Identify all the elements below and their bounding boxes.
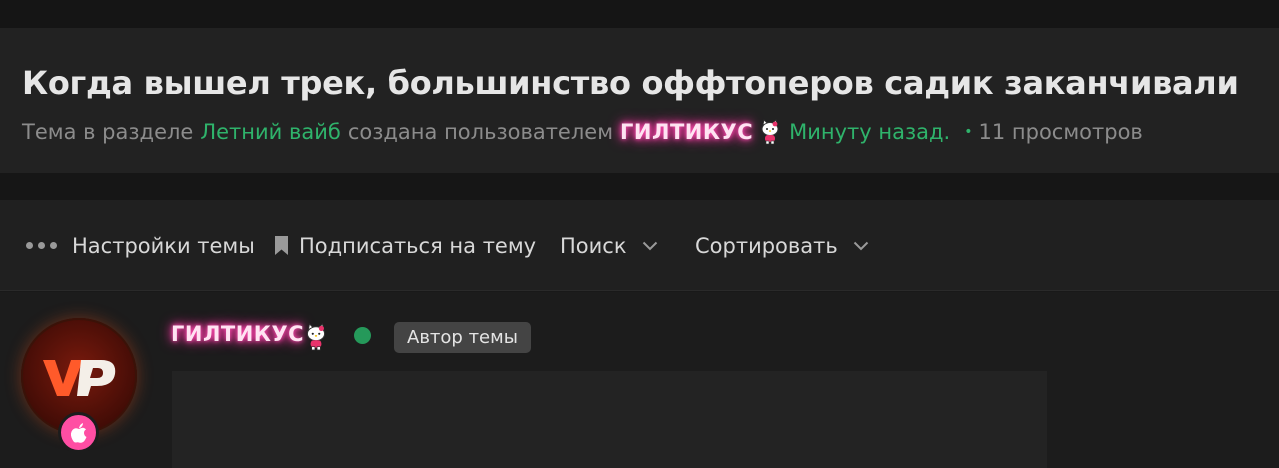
author-link[interactable]: ГИЛТИКУС [620, 120, 753, 144]
post: ГИЛТИКУС Автор темы [0, 292, 1279, 468]
time-link[interactable]: Минуту назад. [789, 120, 950, 144]
header-divider [0, 173, 1279, 200]
search-dropdown[interactable]: Поиск [560, 200, 658, 291]
sort-label: Сортировать [695, 233, 838, 258]
thread-title: Когда вышел трек, большинство оффтоперов… [22, 64, 1239, 102]
hello-kitty-icon [761, 119, 779, 145]
sort-dropdown[interactable]: Сортировать [695, 200, 869, 291]
avatar-logo [43, 360, 116, 396]
meta-created-by: создана пользователем [347, 120, 614, 144]
thread-settings-button[interactable]: Настройки темы [26, 200, 255, 291]
thread-toolbar: Настройки темы Подписаться на тему Поиск… [0, 200, 1279, 291]
chevron-down-icon [853, 241, 868, 250]
hello-kitty-icon [306, 323, 326, 351]
online-status-dot [354, 327, 371, 344]
views-count: 11 просмотров [978, 120, 1143, 144]
chevron-down-icon [642, 241, 657, 250]
bookmark-icon [275, 236, 288, 255]
search-label: Поиск [560, 233, 627, 258]
post-content [172, 371, 1047, 468]
apple-badge [58, 412, 99, 453]
section-link[interactable]: Летний вайб [200, 120, 341, 144]
apple-icon [70, 422, 86, 443]
meta-separator: • [964, 124, 973, 140]
meta-prefix: Тема в разделе [22, 120, 194, 144]
author-tag: Автор темы [394, 322, 531, 353]
thread-meta: Тема в разделе Летний вайб создана польз… [22, 119, 1143, 145]
more-dots-icon [26, 242, 57, 249]
subscribe-button[interactable]: Подписаться на тему [274, 200, 536, 291]
subscribe-label: Подписаться на тему [299, 233, 537, 258]
post-username[interactable]: ГИЛТИКУС [171, 322, 304, 346]
thread-header: Когда вышел трек, большинство оффтоперов… [0, 28, 1279, 173]
thread-settings-label: Настройки темы [72, 233, 255, 258]
top-bar [0, 0, 1279, 28]
